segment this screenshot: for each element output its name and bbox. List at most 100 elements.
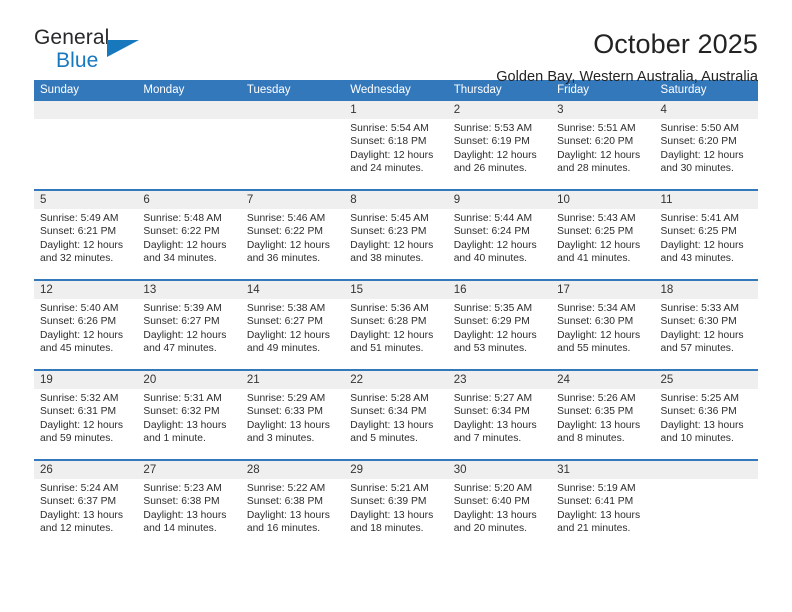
daylight-text-line1: Daylight: 13 hours (143, 419, 227, 431)
calendar-day-cell[interactable]: 30 Sunrise: 5:20 AM Sunset: 6:40 PM Dayligh… (447, 461, 552, 549)
day-number: 28 (240, 461, 345, 479)
sunrise-text: Sunrise: 5:32 AM (40, 393, 119, 404)
calendar-day-cell[interactable]: 11 Sunrise: 5:41 AM Sunset: 6:25 PM Dayligh… (654, 191, 758, 279)
day-details: Sunrise: 5:45 AM Sunset: 6:23 PM Daylight:… (344, 209, 447, 265)
calendar-day-cell[interactable]: 19 Sunrise: 5:32 AM Sunset: 6:31 PM Dayligh… (34, 371, 138, 459)
day-details: Sunrise: 5:46 AM Sunset: 6:22 PM Daylight:… (241, 209, 344, 265)
calendar-day-cell[interactable]: 2 Sunrise: 5:53 AM Sunset: 6:19 PM Daylight… (447, 101, 552, 189)
daylight-text-line1: Daylight: 12 hours (557, 329, 641, 341)
calendar-day-cell[interactable]: 12 Sunrise: 5:40 AM Sunset: 6:26 PM Dayligh… (34, 281, 138, 369)
daylight-text-line2: and 24 minutes. (350, 162, 424, 174)
daylight-text-line2: and 5 minutes. (350, 432, 418, 444)
sunrise-text: Sunrise: 5:31 AM (143, 393, 222, 404)
daylight-text-line2: and 18 minutes. (350, 522, 424, 534)
daylight-text-line2: and 28 minutes. (557, 162, 631, 174)
page-header: General Blue October 2025 Golden Bay, We… (34, 0, 758, 85)
sunset-text: Sunset: 6:30 PM (660, 316, 737, 328)
calendar-week-row: 5 Sunrise: 5:49 AM Sunset: 6:21 PM Daylight… (34, 189, 758, 279)
daylight-text-line2: and 30 minutes. (660, 162, 734, 174)
sunrise-text: Sunrise: 5:51 AM (557, 123, 636, 134)
title-block: October 2025 Golden Bay, Western Austral… (496, 26, 758, 88)
daylight-text-line2: and 12 minutes. (40, 522, 114, 534)
calendar-table: Sunday Monday Tuesday Wednesday Thursday… (34, 80, 758, 549)
day-number (240, 101, 345, 119)
day-number: 20 (137, 371, 241, 389)
sunrise-text: Sunrise: 5:33 AM (660, 303, 739, 314)
daylight-text-line1: Daylight: 12 hours (557, 149, 641, 161)
calendar-day-cell-empty (34, 101, 138, 189)
calendar-day-cell[interactable]: 28 Sunrise: 5:22 AM Sunset: 6:38 PM Dayligh… (240, 461, 345, 549)
calendar-day-cell[interactable]: 17 Sunrise: 5:34 AM Sunset: 6:30 PM Dayligh… (551, 281, 655, 369)
calendar-day-cell[interactable]: 14 Sunrise: 5:38 AM Sunset: 6:27 PM Dayligh… (240, 281, 345, 369)
daylight-text-line2: and 38 minutes. (350, 252, 424, 264)
day-details: Sunrise: 5:43 AM Sunset: 6:25 PM Daylight:… (551, 209, 654, 265)
calendar-day-cell[interactable]: 27 Sunrise: 5:23 AM Sunset: 6:38 PM Dayligh… (137, 461, 241, 549)
calendar-day-cell[interactable]: 5 Sunrise: 5:49 AM Sunset: 6:21 PM Daylight… (34, 191, 138, 279)
day-number: 22 (344, 371, 448, 389)
sunrise-text: Sunrise: 5:45 AM (350, 213, 429, 224)
daylight-text-line1: Daylight: 12 hours (246, 239, 330, 251)
day-number: 26 (34, 461, 138, 479)
calendar-day-cell[interactable]: 9 Sunrise: 5:44 AM Sunset: 6:24 PM Daylight… (447, 191, 552, 279)
generalblue-logo[interactable]: General Blue (34, 26, 154, 78)
calendar-day-cell[interactable]: 24 Sunrise: 5:26 AM Sunset: 6:35 PM Dayligh… (551, 371, 655, 459)
calendar-day-cell[interactable]: 23 Sunrise: 5:27 AM Sunset: 6:34 PM Dayligh… (447, 371, 552, 459)
calendar-day-cell[interactable]: 7 Sunrise: 5:46 AM Sunset: 6:22 PM Daylight… (240, 191, 345, 279)
daylight-text-line1: Daylight: 12 hours (660, 239, 744, 251)
calendar-day-cell[interactable]: 3 Sunrise: 5:51 AM Sunset: 6:20 PM Daylight… (551, 101, 655, 189)
page-title: October 2025 (593, 29, 758, 59)
sunrise-text: Sunrise: 5:43 AM (557, 213, 636, 224)
sunset-text: Sunset: 6:32 PM (143, 406, 220, 418)
calendar-day-cell[interactable]: 20 Sunrise: 5:31 AM Sunset: 6:32 PM Dayligh… (137, 371, 241, 459)
day-details: Sunrise: 5:21 AM Sunset: 6:39 PM Daylight:… (344, 479, 447, 535)
sunset-text: Sunset: 6:35 PM (557, 406, 634, 418)
calendar-day-cell[interactable]: 26 Sunrise: 5:24 AM Sunset: 6:37 PM Dayligh… (34, 461, 138, 549)
day-details: Sunrise: 5:20 AM Sunset: 6:40 PM Daylight:… (448, 479, 551, 535)
sunrise-text: Sunrise: 5:21 AM (350, 483, 429, 494)
daylight-text-line1: Daylight: 12 hours (350, 329, 434, 341)
calendar-day-cell[interactable]: 29 Sunrise: 5:21 AM Sunset: 6:39 PM Dayligh… (344, 461, 448, 549)
day-number: 31 (551, 461, 655, 479)
calendar-day-cell[interactable]: 16 Sunrise: 5:35 AM Sunset: 6:29 PM Dayligh… (447, 281, 552, 369)
daylight-text-line2: and 7 minutes. (453, 432, 522, 444)
calendar-day-cell[interactable]: 1 Sunrise: 5:54 AM Sunset: 6:18 PM Daylight… (344, 101, 448, 189)
day-number (137, 101, 241, 119)
day-details: Sunrise: 5:33 AM Sunset: 6:30 PM Daylight:… (655, 299, 758, 355)
calendar-day-cell[interactable]: 18 Sunrise: 5:33 AM Sunset: 6:30 PM Dayligh… (654, 281, 758, 369)
calendar-day-cell[interactable]: 8 Sunrise: 5:45 AM Sunset: 6:23 PM Daylight… (344, 191, 448, 279)
calendar-day-cell[interactable]: 15 Sunrise: 5:36 AM Sunset: 6:28 PM Dayligh… (344, 281, 448, 369)
daylight-text-line1: Daylight: 12 hours (40, 419, 123, 431)
day-details: Sunrise: 5:27 AM Sunset: 6:34 PM Daylight:… (448, 389, 551, 445)
calendar-day-cell[interactable]: 6 Sunrise: 5:48 AM Sunset: 6:22 PM Daylight… (137, 191, 241, 279)
sunrise-text: Sunrise: 5:49 AM (40, 213, 119, 224)
daylight-text-line1: Daylight: 12 hours (143, 329, 227, 341)
sunrise-text: Sunrise: 5:35 AM (453, 303, 533, 314)
daylight-text-line1: Daylight: 12 hours (350, 239, 434, 251)
sunrise-text: Sunrise: 5:44 AM (453, 213, 533, 224)
day-number: 21 (240, 371, 345, 389)
daylight-text-line2: and 21 minutes. (557, 522, 631, 534)
daylight-text-line2: and 41 minutes. (557, 252, 631, 264)
sunrise-text: Sunrise: 5:50 AM (660, 123, 739, 134)
sunset-text: Sunset: 6:39 PM (350, 496, 427, 508)
daylight-text-line1: Daylight: 12 hours (453, 149, 537, 161)
daylight-text-line1: Daylight: 12 hours (40, 239, 123, 251)
sunset-text: Sunset: 6:29 PM (453, 316, 530, 328)
calendar-day-cell[interactable]: 31 Sunrise: 5:19 AM Sunset: 6:41 PM Dayligh… (551, 461, 655, 549)
day-number: 14 (240, 281, 345, 299)
sunset-text: Sunset: 6:40 PM (453, 496, 530, 508)
calendar-day-cell[interactable]: 13 Sunrise: 5:39 AM Sunset: 6:27 PM Dayligh… (137, 281, 241, 369)
day-details: Sunrise: 5:32 AM Sunset: 6:31 PM Daylight:… (34, 389, 137, 445)
calendar-day-cell[interactable]: 25 Sunrise: 5:25 AM Sunset: 6:36 PM Dayligh… (654, 371, 758, 459)
day-details: Sunrise: 5:36 AM Sunset: 6:28 PM Daylight:… (344, 299, 447, 355)
daylight-text-line2: and 59 minutes. (40, 432, 114, 444)
weekday-tuesday: Tuesday (246, 84, 291, 96)
day-number: 6 (137, 191, 241, 209)
calendar-day-cell[interactable]: 21 Sunrise: 5:29 AM Sunset: 6:33 PM Dayligh… (240, 371, 345, 459)
calendar-day-cell[interactable]: 22 Sunrise: 5:28 AM Sunset: 6:34 PM Dayligh… (344, 371, 448, 459)
sunset-text: Sunset: 6:19 PM (453, 136, 530, 148)
calendar-day-cell[interactable]: 4 Sunrise: 5:50 AM Sunset: 6:20 PM Daylight… (654, 101, 758, 189)
calendar-day-cell[interactable]: 10 Sunrise: 5:43 AM Sunset: 6:25 PM Dayligh… (551, 191, 655, 279)
weekday-friday: Friday (557, 84, 590, 96)
weekday-saturday: Saturday (660, 84, 707, 96)
